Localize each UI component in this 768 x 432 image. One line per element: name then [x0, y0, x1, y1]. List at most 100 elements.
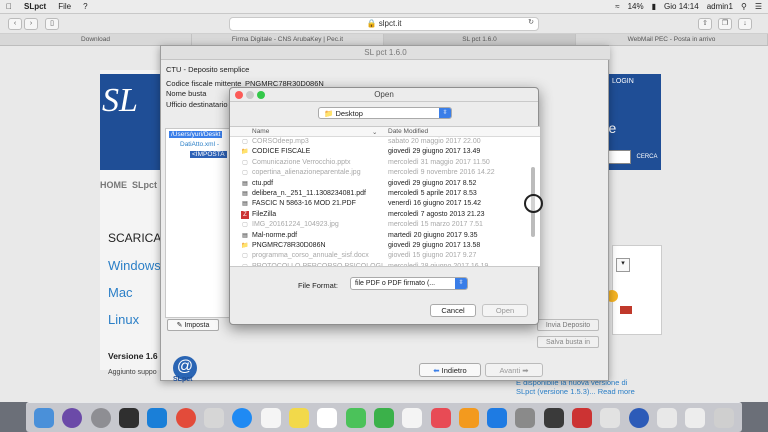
location-popup[interactable]: 📁 Desktop ⇳	[318, 107, 452, 119]
downloads-folder-icon[interactable]	[685, 407, 706, 428]
settings-icon[interactable]	[515, 407, 536, 428]
terminal-icon[interactable]	[119, 407, 140, 428]
chrome-icon[interactable]	[175, 407, 196, 428]
file-date: venerdì 16 giugno 2017 15.42	[388, 200, 482, 208]
notes-icon[interactable]	[288, 407, 309, 428]
tab-slpct[interactable]: SL pct 1.6.0	[384, 34, 576, 45]
downloads-icon[interactable]: ↓	[738, 18, 752, 30]
document-icon[interactable]	[657, 407, 678, 428]
site-logo[interactable]: SL	[100, 74, 162, 170]
mail-icon[interactable]	[204, 407, 225, 428]
sidebar-icon[interactable]: ▯	[45, 18, 59, 30]
status-area: ≈ 14% ▮ Gio 14:14 admin1 ⚲ ☰	[607, 2, 762, 11]
tabs-icon[interactable]: ❐	[718, 18, 732, 30]
windows-link[interactable]: Windows	[108, 258, 161, 273]
calendar-icon[interactable]	[260, 407, 281, 428]
file-row[interactable]: ▤ Mal-norme.pdf martedì 20 giugno 2017 9.3…	[230, 231, 540, 241]
linux-link[interactable]: Linux	[108, 312, 139, 327]
trash-icon[interactable]	[713, 407, 734, 428]
menu-clock[interactable]: Gio 14:14	[664, 2, 699, 11]
file-row: ▢ IMG_20161224_104923.jpg mercoledì 15 mar…	[230, 220, 540, 230]
login-link[interactable]: LOGIN	[612, 78, 634, 85]
menu-file[interactable]: File	[58, 2, 71, 11]
books-icon[interactable]	[458, 407, 479, 428]
avanti-button[interactable]: Avanti ➡	[485, 363, 543, 377]
slpct-dock-icon[interactable]	[628, 407, 649, 428]
filezilla-icon[interactable]	[572, 407, 593, 428]
tab-download[interactable]: Download	[0, 34, 192, 45]
tab-firma-digitale[interactable]: Firma Digitale - CNS ArubaKey | Pec.it	[192, 34, 384, 45]
list-icon[interactable]: ☰	[755, 2, 762, 11]
back-arrow-icon: ⬅	[433, 366, 440, 375]
file-row[interactable]: ▤ ctu.pdf giovedì 29 giugno 2017 8.52	[230, 179, 540, 189]
tree-datiatto[interactable]: DatiAtto.xml -	[180, 141, 219, 148]
appstore2-icon[interactable]	[487, 407, 508, 428]
file-format-value: file PDF o PDF firmato (...	[355, 280, 436, 287]
share-icon[interactable]: ⇧	[698, 18, 712, 30]
file-row[interactable]: ▤ FASCIC N 5863-16 MOD 21.PDF venerdì 16 g…	[230, 199, 540, 209]
slpct-window-title: SL pct 1.6.0	[161, 46, 610, 60]
battery-percent[interactable]: 14%	[628, 2, 644, 11]
folder-icon: 📁	[241, 149, 249, 156]
wifi-icon[interactable]: ≈	[615, 2, 619, 11]
open-file-dialog: Open 📁 Desktop ⇳ Name ⌄ Date Modified ▢ C…	[229, 87, 540, 325]
format-chevron-icon: ⇳	[455, 278, 467, 289]
invia-deposito-button[interactable]: Invia Deposito	[537, 319, 599, 331]
file-name: ctu.pdf	[252, 179, 274, 187]
file-row[interactable]: Z FileZilla mercoledì 7 agosto 2013 21.23	[230, 210, 540, 220]
facetime-icon[interactable]	[373, 407, 394, 428]
menu-help[interactable]: ?	[83, 2, 87, 11]
popup-chevron-icon: ⇳	[439, 108, 451, 118]
file-name: Mal-norme.pdf	[252, 231, 298, 239]
file-list[interactable]: Name ⌄ Date Modified ▢ CORSOdeep.mp3 sabat…	[230, 126, 540, 267]
menu-app-name[interactable]: SLpct	[24, 2, 46, 11]
close-window-icon[interactable]	[235, 91, 243, 99]
back-icon[interactable]: ‹	[8, 18, 22, 30]
imposta-label: Imposta	[184, 322, 210, 329]
file-name: programma_corso_annuale_sisf.docx	[252, 252, 369, 260]
reload-icon[interactable]: ↻	[524, 18, 538, 30]
salva-busta-button[interactable]: Salva busta in	[537, 336, 599, 348]
photos-icon[interactable]	[402, 407, 423, 428]
activity-monitor-icon[interactable]	[543, 407, 564, 428]
preview-icon[interactable]	[600, 407, 621, 428]
nav-home[interactable]: HOME	[100, 180, 127, 190]
file-row[interactable]: ▤ delibera_n._251_11.1308234081.pdf mercol…	[230, 189, 540, 199]
app-store-icon[interactable]	[147, 407, 168, 428]
file-date: mercoledì 15 marzo 2017 7.51	[388, 221, 483, 229]
file-format-popup[interactable]: file PDF o PDF firmato (... ⇳	[350, 277, 468, 290]
finder-icon[interactable]	[34, 407, 55, 428]
reminders-icon[interactable]	[317, 407, 338, 428]
version-heading: Versione 1.6	[108, 351, 158, 361]
cancel-button[interactable]: Cancel	[430, 304, 476, 317]
open-button[interactable]: Open	[482, 304, 528, 317]
search-button[interactable]: CERCA	[633, 150, 661, 164]
forward-icon[interactable]: ›	[24, 18, 38, 30]
column-name[interactable]: Name	[252, 128, 269, 135]
imposta-button[interactable]: ✎ Imposta	[167, 319, 219, 331]
menu-user[interactable]: admin1	[707, 2, 733, 11]
nav-slpct[interactable]: SLpct	[132, 180, 157, 190]
read-more-link[interactable]: Read more	[598, 387, 635, 396]
messages-icon[interactable]	[345, 407, 366, 428]
siri-icon[interactable]	[62, 407, 83, 428]
column-date[interactable]: Date Modified	[388, 128, 428, 135]
file-row[interactable]: 📁 PNGMRC78R30D086N giovedì 29 giugno 2017 …	[230, 241, 540, 251]
battery-icon[interactable]: ▮	[652, 2, 656, 11]
tab-webmail[interactable]: WebMail PEC - Posta in arrivo	[576, 34, 768, 45]
mac-link[interactable]: Mac	[108, 285, 133, 300]
indietro-button[interactable]: ⬅ Indietro	[419, 363, 481, 377]
search-icon[interactable]: ⚲	[741, 2, 747, 11]
address-bar[interactable]: 🔒 slpct.it	[229, 17, 539, 31]
tree-root[interactable]: /Users/yuri/Deskt	[169, 131, 223, 138]
download-heading: SCARICA	[108, 231, 162, 245]
minimize-window-icon[interactable]	[246, 91, 254, 99]
tree-imposta[interactable]: <IMPOSTA	[190, 151, 227, 158]
safari-icon[interactable]	[232, 407, 253, 428]
file-row[interactable]: 📁 CODICE FISCALE giovedì 29 giugno 2017 13…	[230, 147, 540, 157]
dropdown-arrow-icon[interactable]: ▾	[616, 258, 630, 272]
music-icon[interactable]	[430, 407, 451, 428]
zoom-window-icon[interactable]	[257, 91, 265, 99]
launchpad-icon[interactable]	[90, 407, 111, 428]
apple-icon[interactable]: 	[6, 2, 12, 11]
